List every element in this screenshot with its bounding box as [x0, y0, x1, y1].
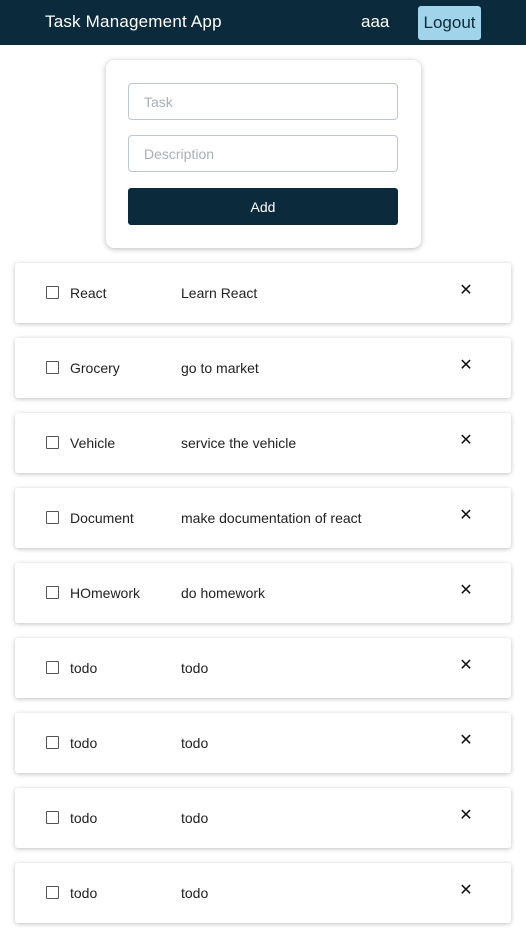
add-task-form: Add	[106, 60, 421, 248]
task-item: todo todo ✕	[15, 788, 511, 848]
task-description: Learn React	[181, 285, 258, 301]
navbar: Task Management App aaa Logout	[0, 0, 526, 45]
task-list: React Learn React ✕ Grocery go to market…	[15, 263, 511, 938]
task-name: todo	[70, 885, 98, 901]
logout-button[interactable]: Logout	[418, 6, 481, 40]
task-item: todo todo ✕	[15, 863, 511, 923]
task-name: Vehicle	[70, 435, 116, 451]
task-checkbox[interactable]	[46, 286, 59, 299]
task-description: go to market	[181, 360, 259, 376]
task-checkbox[interactable]	[46, 736, 59, 749]
app-title: Task Management App	[45, 12, 222, 31]
task-item: todo todo ✕	[15, 713, 511, 773]
delete-icon[interactable]: ✕	[458, 507, 474, 525]
task-description: todo	[181, 810, 209, 826]
task-checkbox[interactable]	[46, 586, 59, 599]
delete-icon[interactable]: ✕	[458, 282, 474, 300]
task-input[interactable]	[128, 83, 398, 120]
task-item: React Learn React ✕	[15, 263, 511, 323]
delete-icon[interactable]: ✕	[458, 732, 474, 750]
delete-icon[interactable]: ✕	[458, 582, 474, 600]
username: aaa	[361, 12, 390, 31]
task-name: todo	[70, 660, 98, 676]
task-checkbox[interactable]	[46, 361, 59, 374]
add-button[interactable]: Add	[128, 188, 398, 225]
task-item: HOmework do homework ✕	[15, 563, 511, 623]
delete-icon[interactable]: ✕	[458, 432, 474, 450]
task-checkbox[interactable]	[46, 511, 59, 524]
task-item: Grocery go to market ✕	[15, 338, 511, 398]
task-name: React	[70, 285, 107, 301]
task-item: Document make documentation of react ✕	[15, 488, 511, 548]
task-item: todo todo ✕	[15, 638, 511, 698]
task-description: todo	[181, 735, 209, 751]
task-description: make documentation of react	[181, 510, 362, 526]
task-checkbox[interactable]	[46, 661, 59, 674]
task-name: todo	[70, 735, 98, 751]
delete-icon[interactable]: ✕	[458, 882, 474, 900]
task-description: todo	[181, 660, 209, 676]
task-name: Document	[70, 510, 134, 526]
task-name: HOmework	[70, 585, 141, 601]
task-description: todo	[181, 885, 209, 901]
task-checkbox[interactable]	[46, 886, 59, 899]
task-description: do homework	[181, 585, 266, 601]
task-name: Grocery	[70, 360, 120, 376]
description-input[interactable]	[128, 135, 398, 172]
task-item: Vehicle service the vehicle ✕	[15, 413, 511, 473]
task-name: todo	[70, 810, 98, 826]
delete-icon[interactable]: ✕	[458, 357, 474, 375]
delete-icon[interactable]: ✕	[458, 807, 474, 825]
delete-icon[interactable]: ✕	[458, 657, 474, 675]
task-description: service the vehicle	[181, 435, 297, 451]
task-checkbox[interactable]	[46, 811, 59, 824]
task-checkbox[interactable]	[46, 436, 59, 449]
